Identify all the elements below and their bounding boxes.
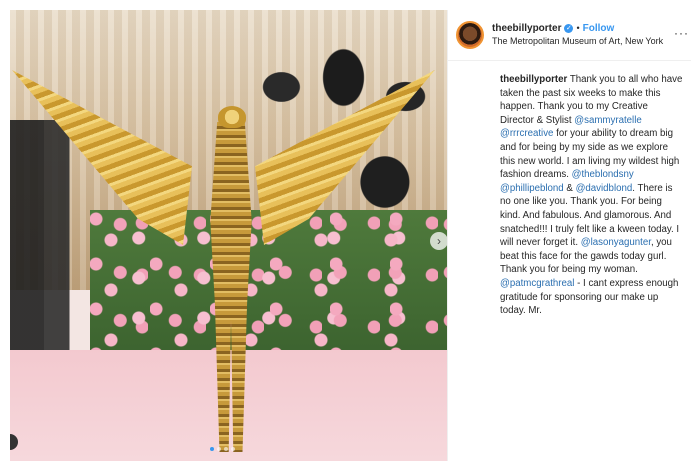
caption-username[interactable]: theebillyporter — [500, 74, 567, 85]
carousel-dot — [210, 447, 214, 451]
mention-link[interactable]: @sammyratelle — [574, 115, 641, 126]
avatar[interactable] — [456, 21, 484, 49]
post-caption: theebillyporter Thank you to all who hav… — [448, 61, 691, 318]
carousel-dots — [210, 447, 235, 451]
location-link[interactable]: The Metropolitan Museum of Art, New York — [492, 35, 663, 48]
separator: • — [576, 23, 580, 33]
more-options-icon[interactable]: ··· — [674, 26, 689, 40]
next-image-button[interactable]: › — [430, 232, 447, 250]
post-photo[interactable]: › — [10, 10, 447, 461]
verified-badge-icon: ✓ — [564, 24, 574, 33]
mention-link[interactable]: @davidblond — [576, 183, 633, 194]
mention-link[interactable]: @theblondsny — [572, 169, 634, 180]
mention-link[interactable]: @lasonyagunter — [581, 237, 651, 248]
mention-link[interactable]: @patmcgrathreal — [500, 278, 574, 289]
mention-link[interactable]: @phillipeblond — [500, 183, 564, 194]
left-crowd — [10, 120, 95, 350]
header-username[interactable]: theebillyporter — [492, 22, 561, 35]
follow-button[interactable]: Follow — [583, 22, 615, 35]
headdress — [218, 106, 246, 128]
chevron-right-icon: › — [437, 234, 441, 248]
mention-link[interactable]: @rrrcreative — [500, 128, 553, 139]
carousel-dot — [224, 447, 228, 451]
caption-text: & — [563, 182, 576, 194]
post-header: theebillyporter ✓ • Follow The Metropoli… — [448, 10, 691, 61]
post-side-panel: theebillyporter ✓ • Follow The Metropoli… — [447, 10, 691, 461]
carousel-dot — [231, 447, 235, 451]
carousel-dot — [217, 447, 221, 451]
